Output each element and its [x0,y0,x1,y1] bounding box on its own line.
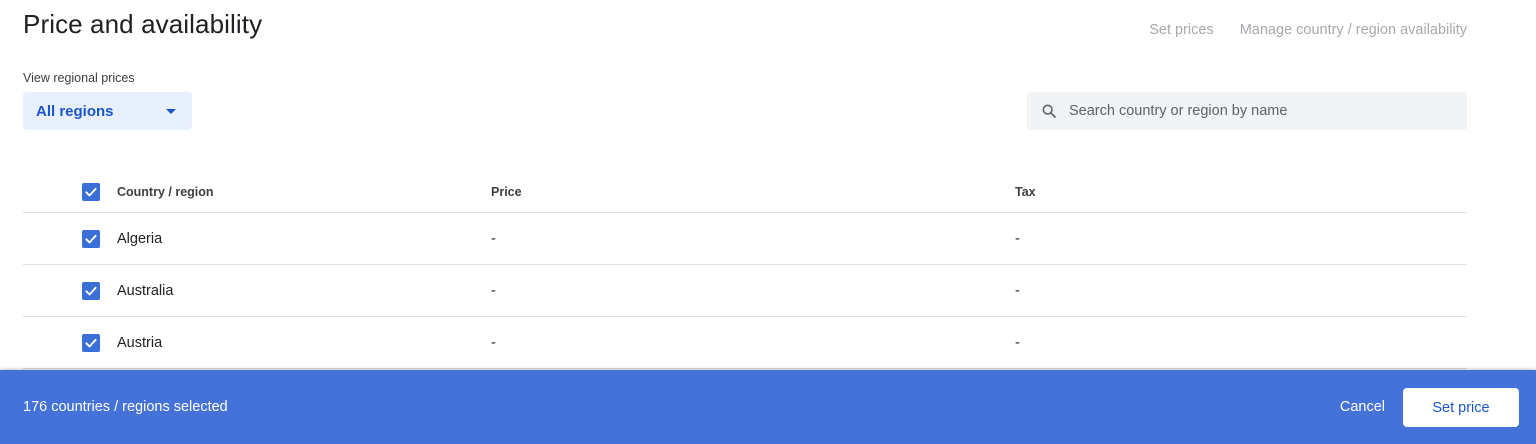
price-availability-page: Price and availability Set prices Manage… [0,0,1536,444]
caret-down-icon [166,109,176,114]
tax-value: - [1015,230,1020,247]
price-value: - [491,230,496,247]
tax-value: - [1015,282,1020,299]
search-icon [1042,104,1056,118]
check-icon [85,338,97,347]
selection-action-bar: 176 countries / regions selected Cancel … [0,370,1536,444]
table-row[interactable]: Austria - - [23,317,1467,369]
select-all-checkbox[interactable] [82,183,100,201]
country-name: Algeria [117,230,163,247]
check-icon [85,286,97,295]
search-input[interactable] [1067,102,1451,120]
page-title: Price and availability [23,9,263,39]
tax-value: - [1015,334,1020,351]
check-icon [85,234,97,243]
region-filter-label: View regional prices [23,71,135,85]
country-name: Australia [117,282,174,299]
column-header-country[interactable]: Country / region [117,185,214,199]
set-price-button[interactable]: Set price [1403,388,1519,427]
price-value: - [491,282,496,299]
region-filter-value: All regions [36,102,114,120]
table-row[interactable]: Australia - - [23,265,1467,317]
row-checkbox[interactable] [82,333,100,352]
table-row[interactable]: Algeria - - [23,213,1467,265]
selection-count: 176 countries / regions selected [23,399,228,415]
table-header-row: Country / region Price Tax [23,172,1467,213]
region-filter-dropdown[interactable]: All regions [23,92,192,130]
country-name: Austria [117,334,163,351]
search-box[interactable] [1027,92,1467,130]
header-actions: Set prices Manage country / region avail… [1149,22,1467,38]
regions-table: Country / region Price Tax Algeria - - A… [23,172,1467,369]
column-header-tax[interactable]: Tax [1015,185,1036,199]
cancel-button[interactable]: Cancel [1340,399,1385,415]
set-prices-link[interactable]: Set prices [1149,22,1213,38]
column-header-price[interactable]: Price [491,185,522,199]
price-value: - [491,334,496,351]
manage-availability-link[interactable]: Manage country / region availability [1240,22,1467,38]
row-checkbox[interactable] [82,281,100,300]
check-icon [85,187,97,197]
row-checkbox[interactable] [82,229,100,248]
